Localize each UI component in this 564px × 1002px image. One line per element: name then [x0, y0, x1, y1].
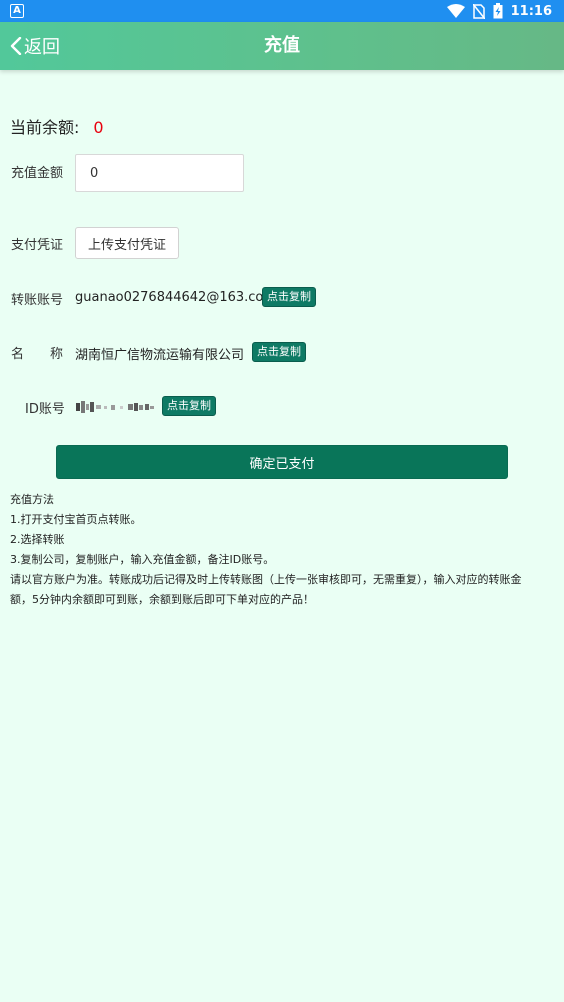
instruction-line: 2.选择转账 — [10, 533, 65, 546]
transfer-account-label: 转账账号 — [11, 293, 64, 308]
wifi-icon — [446, 4, 465, 18]
recharge-instructions: 充值方法 1.打开支付宝首页点转账。 2.选择转账 3.复制公司，复制账户，输入… — [10, 490, 550, 610]
back-button[interactable]: 返回 — [10, 22, 60, 70]
balance-value: 0 — [93, 118, 104, 137]
account-name-value: 湖南恒广信物流运输有限公司 — [75, 348, 245, 363]
recharge-amount-input[interactable] — [75, 154, 244, 192]
status-bar: A 11:16 — [0, 0, 564, 22]
chevron-left-icon — [10, 37, 22, 55]
instruction-line: 1.打开支付宝首页点转账。 — [10, 513, 142, 526]
confirm-paid-button[interactable]: 确定已支付 — [56, 445, 508, 479]
no-sim-icon — [472, 3, 485, 19]
status-icons: 11:16 — [446, 2, 552, 20]
balance-row: 当前余额: 0 — [10, 114, 104, 138]
payment-proof-label: 支付凭证 — [11, 238, 64, 253]
balance-label: 当前余额: — [10, 118, 80, 137]
back-label: 返回 — [24, 37, 60, 58]
transfer-account-value: guanao0276844642@163.com — [75, 290, 277, 305]
status-time: 11:16 — [510, 3, 552, 19]
battery-charging-icon — [493, 3, 503, 19]
instruction-line: 额，5分钟内余额即可到账，余额到账后即可下单对应的产品！ — [10, 593, 314, 606]
instruction-line: 请以官方账户为准。转账成功后记得及时上传转账图（上传一张审核即可，无需重复），输… — [10, 573, 522, 586]
redacted-id-value — [76, 401, 154, 413]
upload-payment-proof-button[interactable]: 上传支付凭证 — [75, 227, 179, 259]
app-notification-icon: A — [10, 4, 24, 18]
page-title: 充值 — [264, 35, 300, 56]
account-name-label: 名 称 — [11, 347, 64, 362]
recharge-amount-label: 充值金额 — [11, 166, 64, 181]
copy-account-button[interactable]: 点击复制 — [262, 287, 316, 307]
copy-id-button[interactable]: 点击复制 — [162, 396, 216, 416]
instructions-title: 充值方法 — [10, 493, 54, 506]
id-account-label: ID账号 — [25, 402, 65, 417]
copy-name-button[interactable]: 点击复制 — [252, 342, 306, 362]
instruction-line: 3.复制公司，复制账户，输入充值金额，备注ID账号。 — [10, 553, 275, 566]
title-bar: 返回 充值 — [0, 22, 564, 70]
